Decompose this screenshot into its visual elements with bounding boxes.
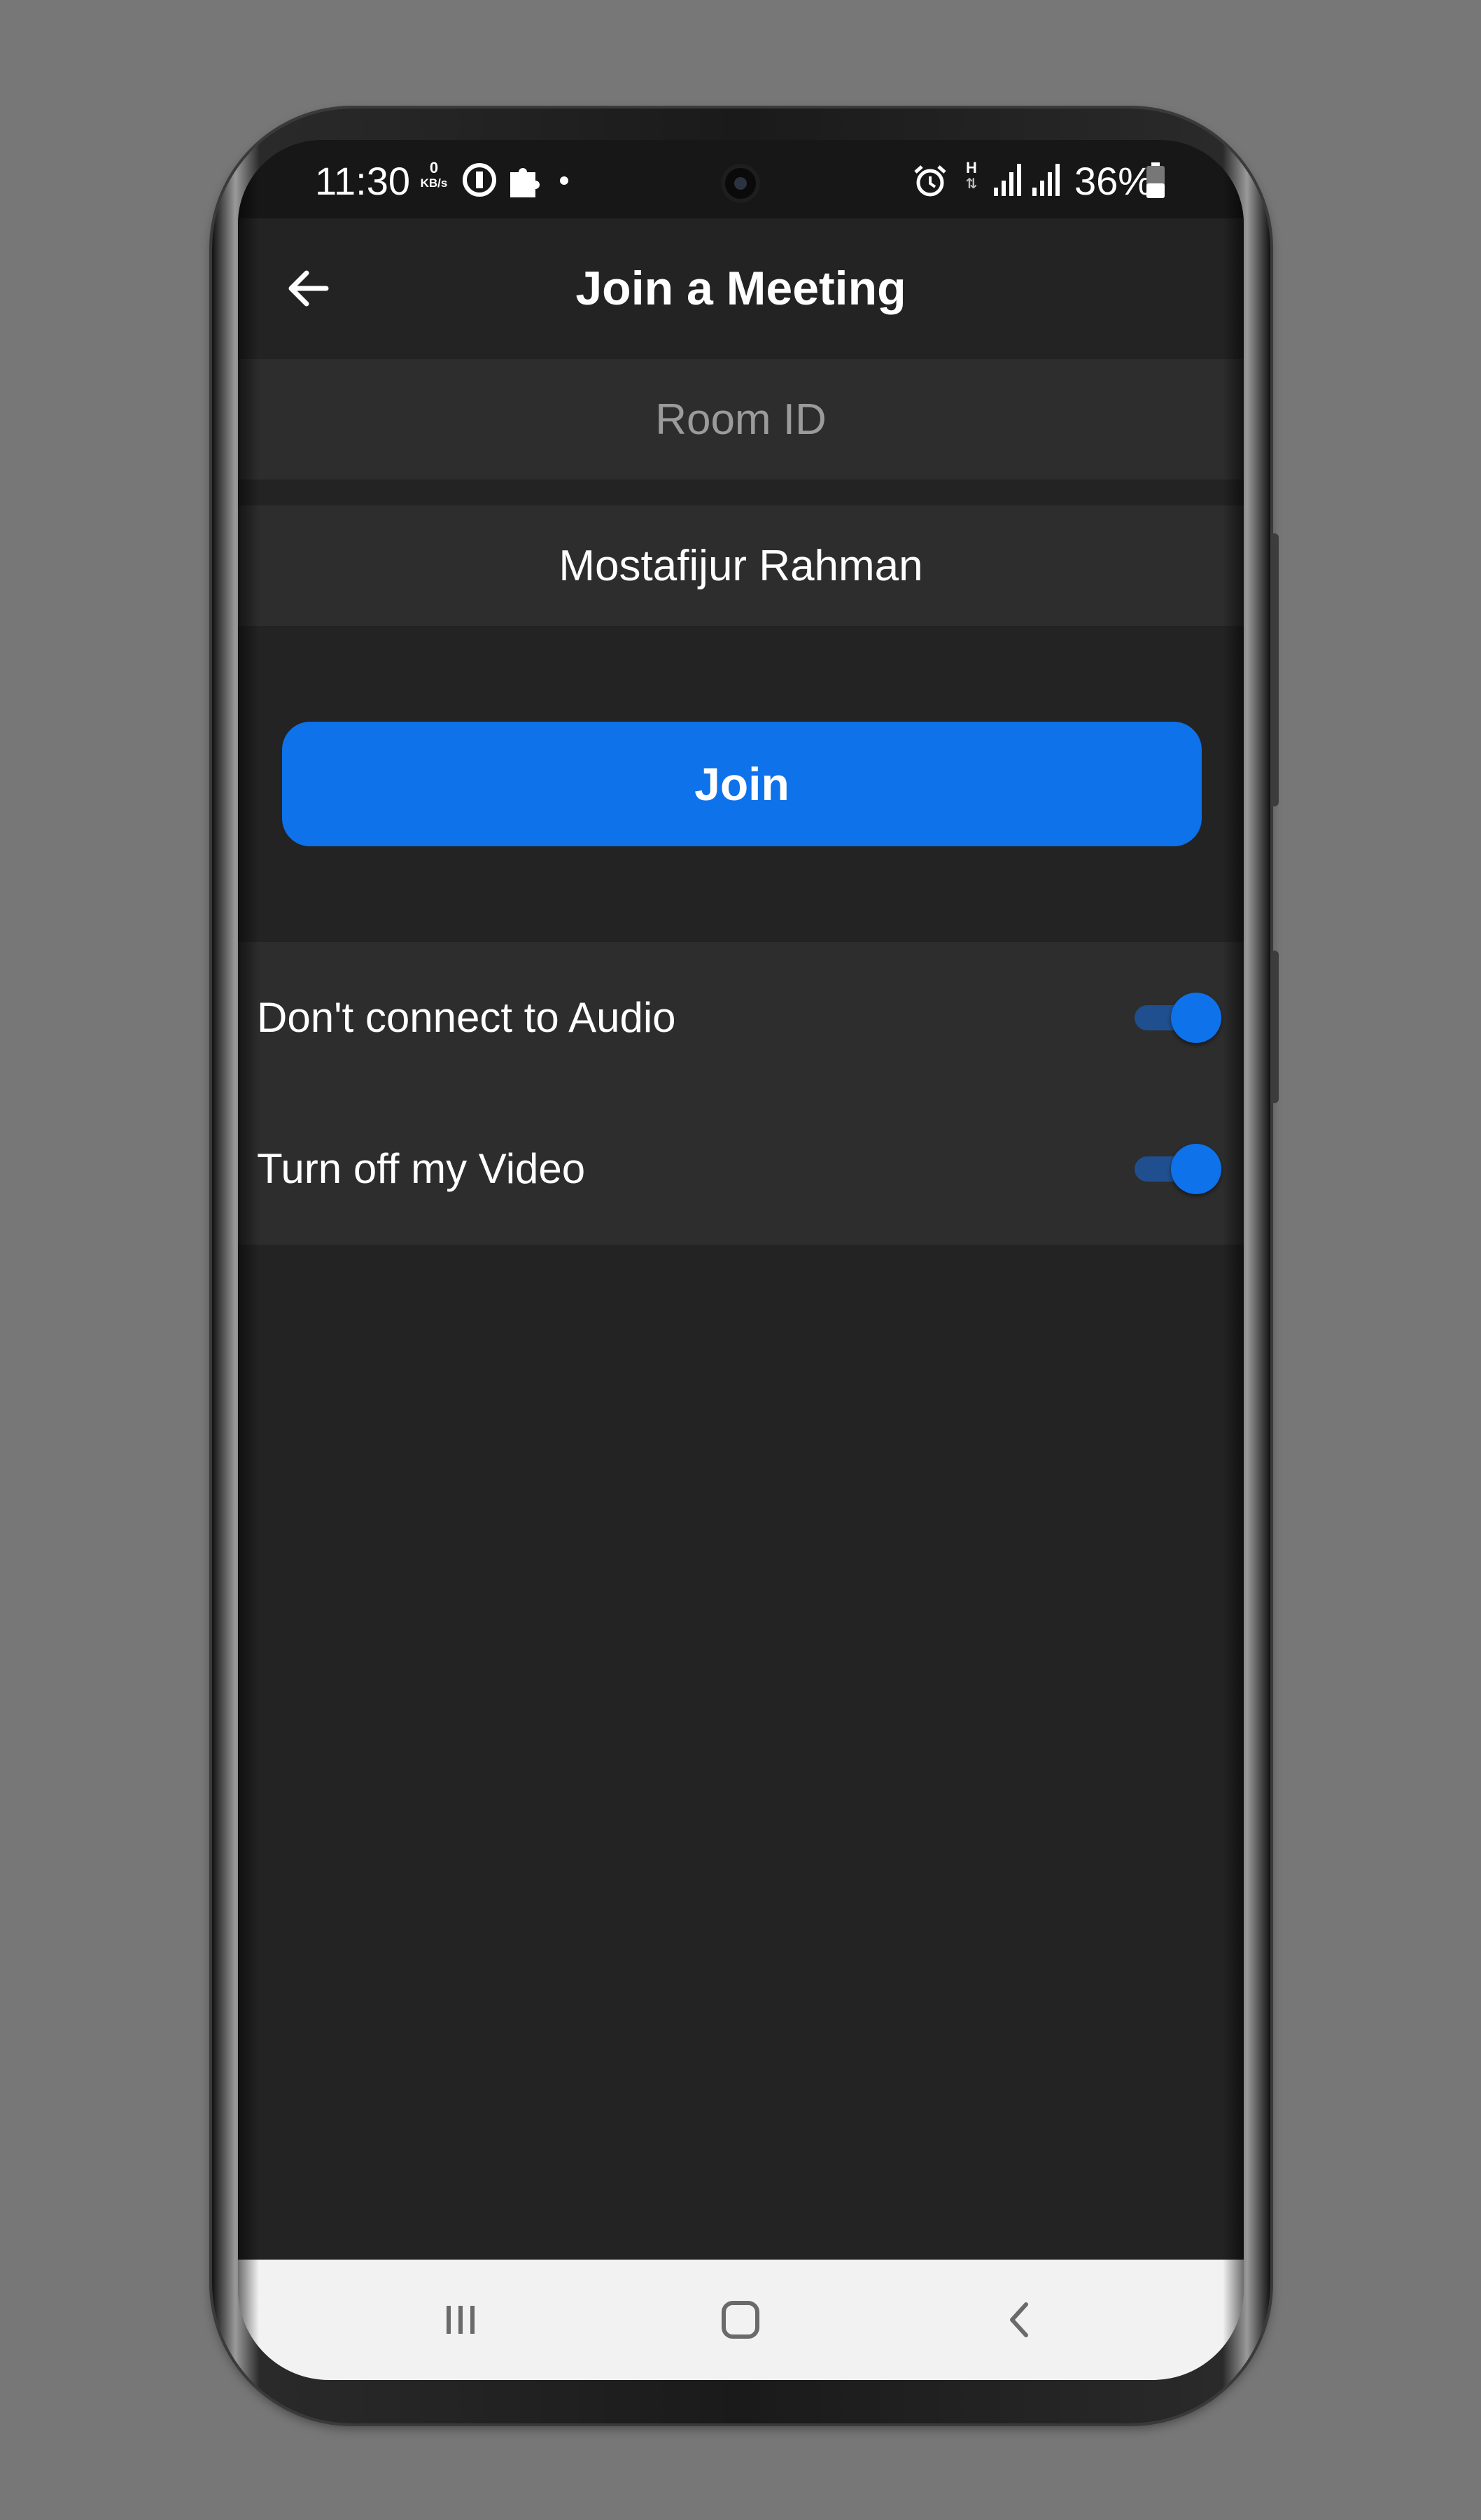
navigation-bar [238,2260,1244,2380]
room-id-field [238,359,1244,479]
network-speed: 0 KB/s [413,160,455,190]
app-bar: Join a Meeting [238,218,1244,358]
system-back-button[interactable] [985,2285,1055,2355]
network-speed-value: 0 [429,159,439,176]
join-button[interactable]: Join [282,722,1202,846]
power-button [1270,951,1279,1103]
toggle-thumb [1171,1144,1221,1194]
display-name-input[interactable] [286,540,1195,592]
option-label-audio: Don't connect to Audio [257,994,676,1041]
back-button[interactable] [276,257,339,320]
data-saver-icon [463,163,496,197]
audio-toggle[interactable] [1130,993,1221,1043]
option-row-audio: Don't connect to Audio [238,942,1244,1093]
toggle-thumb [1171,993,1221,1043]
room-id-input[interactable] [286,393,1195,445]
home-button[interactable] [706,2285,775,2355]
network-type-label: H [966,159,977,176]
status-time: 11:30 [315,159,410,203]
data-arrows-icon: ⇅ [965,176,978,192]
status-bar: 11:30 0 KB/s H ⇅ 36% [238,140,1244,218]
signal-icon [994,164,1021,196]
back-chevron-icon [1010,2302,1028,2337]
join-options: Don't connect to Audio Turn off my Video [238,942,1244,1245]
network-speed-unit: KB/s [420,176,448,190]
option-label-video: Turn off my Video [257,1145,586,1192]
arrow-left-icon [288,270,329,307]
battery-icon [1146,162,1165,198]
recent-apps-button[interactable] [426,2285,496,2355]
display-name-field [238,505,1244,626]
puzzle-icon [510,168,540,197]
home-icon [722,2301,759,2339]
page-title: Join a Meeting [575,262,906,315]
network-type: H ⇅ [961,160,982,192]
volume-button [1270,533,1279,806]
notification-dot-icon [560,176,568,185]
option-row-video: Turn off my Video [238,1093,1244,1245]
front-camera [721,164,760,203]
phone-screen: 11:30 0 KB/s H ⇅ 36% Join a Meeting Room… [238,140,1244,2380]
battery-percent: 36% [1074,159,1153,203]
video-toggle[interactable] [1130,1144,1221,1194]
recent-apps-icon [447,2306,475,2334]
signal-icon [1032,164,1060,196]
alarm-icon [914,165,946,197]
